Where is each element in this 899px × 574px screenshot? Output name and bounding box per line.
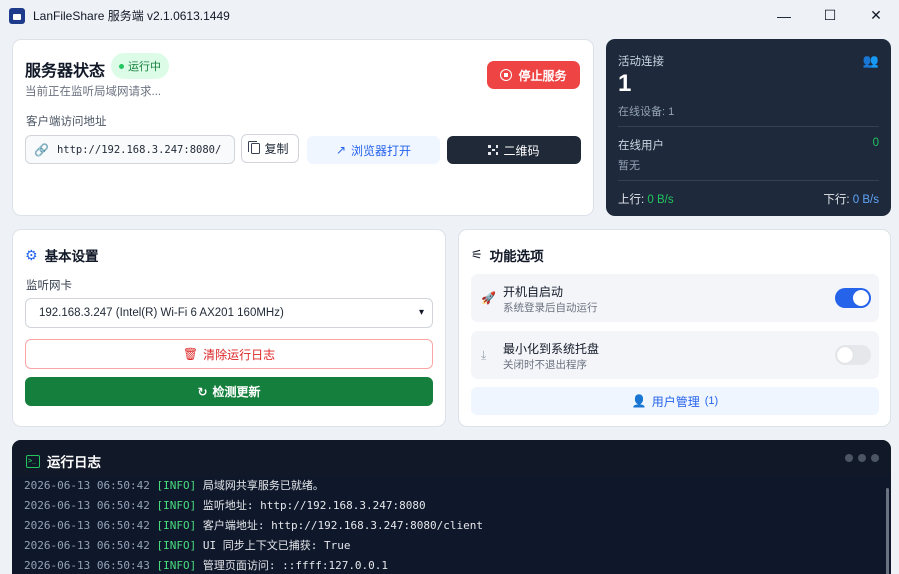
autostart-desc: 系统登录后自动运行 — [503, 302, 598, 314]
copy-button[interactable]: 复制 — [241, 134, 299, 163]
nic-selected-value: 192.168.3.247 (Intel(R) Wi-Fi 6 AX201 16… — [39, 307, 284, 319]
window-title: LanFileShare 服务端 v2.1.0613.1449 — [33, 9, 230, 23]
feature-options-header: ⚟ 功能选项 — [471, 245, 544, 265]
client-address-value: http://192.168.3.247:8080/ — [56, 143, 222, 156]
online-users-empty: 暂无 — [618, 160, 640, 172]
nic-select[interactable]: 192.168.3.247 (Intel(R) Wi-Fi 6 AX201 16… — [25, 298, 433, 328]
active-connections-label: 活动连接 — [618, 56, 664, 68]
qr-code-label: 二维码 — [503, 143, 540, 158]
download-value: 0 B/s — [852, 194, 879, 206]
active-connections-count: 1 — [618, 70, 632, 97]
stop-icon — [500, 69, 513, 81]
maximize-button[interactable]: ☐ — [807, 0, 853, 31]
window-dots — [845, 454, 879, 462]
divider — [618, 126, 879, 127]
autostart-title: 开机自启动 — [503, 285, 564, 299]
toggle-knob — [837, 347, 853, 363]
log-panel: >_ 运行日志 2026-06-13 06:50:42 [INFO] 局域网共享… — [12, 440, 891, 574]
check-update-button[interactable]: ↻ 检测更新 — [25, 377, 433, 406]
stop-service-button[interactable]: 停止服务 — [487, 61, 580, 89]
title-bar: LanFileShare 服务端 v2.1.0613.1449 — ☐ ✕ — [0, 0, 899, 31]
minimize-tray-title: 最小化到系统托盘 — [503, 342, 600, 356]
download-label: 下行: — [823, 194, 853, 206]
trash-icon: 🗑 — [182, 347, 199, 361]
clear-log-label: 清除运行日志 — [203, 347, 276, 362]
divider — [618, 180, 879, 181]
feature-options-title: 功能选项 — [489, 249, 544, 264]
sliders-icon: ⚟ — [471, 247, 483, 262]
link-icon: 🔗 — [34, 142, 49, 157]
autostart-option: 🚀 开机自启动 系统登录后自动运行 — [471, 274, 879, 322]
status-subtitle: 当前正在监听局域网请求... — [25, 86, 162, 98]
minimize-tray-option: ⤓ 最小化到系统托盘 关闭时不退出程序 — [471, 331, 879, 379]
log-line: 2026-06-13 06:50:43 [INFO] 管理页面访问: ::fff… — [24, 559, 389, 572]
log-header: >_ 运行日志 — [12, 440, 891, 475]
server-status-card: 服务器状态 运行中 当前正在监听局域网请求... 停止服务 客户端访问地址 🔗 … — [12, 39, 594, 216]
basic-settings-card: ⚙ 基本设置 监听网卡 192.168.3.247 (Intel(R) Wi-F… — [12, 229, 446, 427]
status-badge-label: 运行中 — [128, 61, 161, 73]
active-connections-card: 活动连接 👥 1 在线设备: 1 在线用户 0 暂无 上行: 0 B/s 下行:… — [606, 39, 891, 216]
log-line: 2026-06-13 06:50:42 [INFO] 客户端地址: http:/… — [24, 519, 484, 532]
status-dot-icon — [119, 63, 124, 69]
user-management-count: (1) — [704, 395, 719, 407]
gear-icon: ⚙ — [25, 246, 38, 263]
check-update-label: 检测更新 — [212, 385, 261, 399]
terminal-icon: >_ — [26, 454, 40, 468]
rocket-icon: 🚀 — [481, 291, 496, 305]
copy-icon — [248, 141, 261, 154]
user-management-button[interactable]: 👤 用户管理 (1) — [471, 387, 879, 415]
clear-log-button[interactable]: 🗑 清除运行日志 — [25, 339, 433, 369]
chevron-down-icon: ▾ — [418, 307, 424, 318]
close-button[interactable]: ✕ — [853, 0, 899, 31]
log-title: 运行日志 — [47, 455, 101, 470]
online-users-label: 在线用户 — [618, 140, 664, 152]
client-address-label: 客户端访问地址 — [26, 116, 107, 128]
log-body: 2026-06-13 06:50:42 [INFO] 局域网共享服务已就绪。 2… — [24, 476, 874, 574]
status-badge: 运行中 — [111, 53, 169, 79]
log-line: 2026-06-13 06:50:42 [INFO] UI 同步上下文已捕获: … — [24, 539, 351, 552]
qr-code-icon — [488, 145, 499, 155]
feature-options-card: ⚟ 功能选项 🚀 开机自启动 系统登录后自动运行 ⤓ 最小化到系统托盘 关闭时不… — [458, 229, 891, 427]
app-icon — [9, 7, 25, 24]
download-tray-icon: ⤓ — [481, 348, 487, 362]
stop-service-label: 停止服务 — [518, 68, 567, 83]
upload-label: 上行: — [618, 194, 648, 206]
open-browser-label: 浏览器打开 — [351, 143, 412, 158]
external-link-icon: ↗ — [335, 143, 347, 157]
minimize-tray-desc: 关闭时不退出程序 — [503, 359, 587, 371]
qr-code-button[interactable]: 二维码 — [447, 136, 581, 164]
window-controls: — ☐ ✕ — [761, 0, 899, 31]
users-icon: 👥 — [862, 53, 879, 68]
user-management-label: 用户管理 — [651, 394, 700, 409]
server-status-title: 服务器状态 — [25, 63, 106, 80]
user-cog-icon: 👤 — [631, 394, 647, 408]
log-scrollbar[interactable] — [886, 488, 889, 574]
log-line: 2026-06-13 06:50:42 [INFO] 局域网共享服务已就绪。 — [24, 479, 324, 492]
minimize-button[interactable]: — — [761, 0, 807, 31]
nic-label: 监听网卡 — [26, 280, 72, 292]
online-devices: 在线设备: 1 — [618, 106, 675, 118]
log-line: 2026-06-13 06:50:42 [INFO] 监听地址: http://… — [24, 499, 426, 512]
refresh-icon: ↻ — [197, 384, 208, 399]
download-rate: 下行: 0 B/s — [823, 191, 879, 207]
minimize-tray-toggle[interactable] — [835, 345, 871, 365]
autostart-toggle[interactable] — [835, 288, 871, 308]
log-title-wrap: >_ 运行日志 — [26, 451, 101, 471]
upload-value: 0 B/s — [647, 194, 674, 206]
toggle-knob — [853, 290, 869, 306]
copy-label: 复制 — [264, 142, 289, 156]
basic-settings-title: 基本设置 — [44, 249, 99, 264]
basic-settings-header: ⚙ 基本设置 — [25, 245, 99, 265]
upload-rate: 上行: 0 B/s — [618, 191, 674, 207]
client-address-field[interactable]: 🔗 http://192.168.3.247:8080/ — [25, 135, 235, 164]
online-users-count: 0 — [872, 137, 879, 149]
open-browser-button[interactable]: ↗ 浏览器打开 — [307, 136, 440, 164]
